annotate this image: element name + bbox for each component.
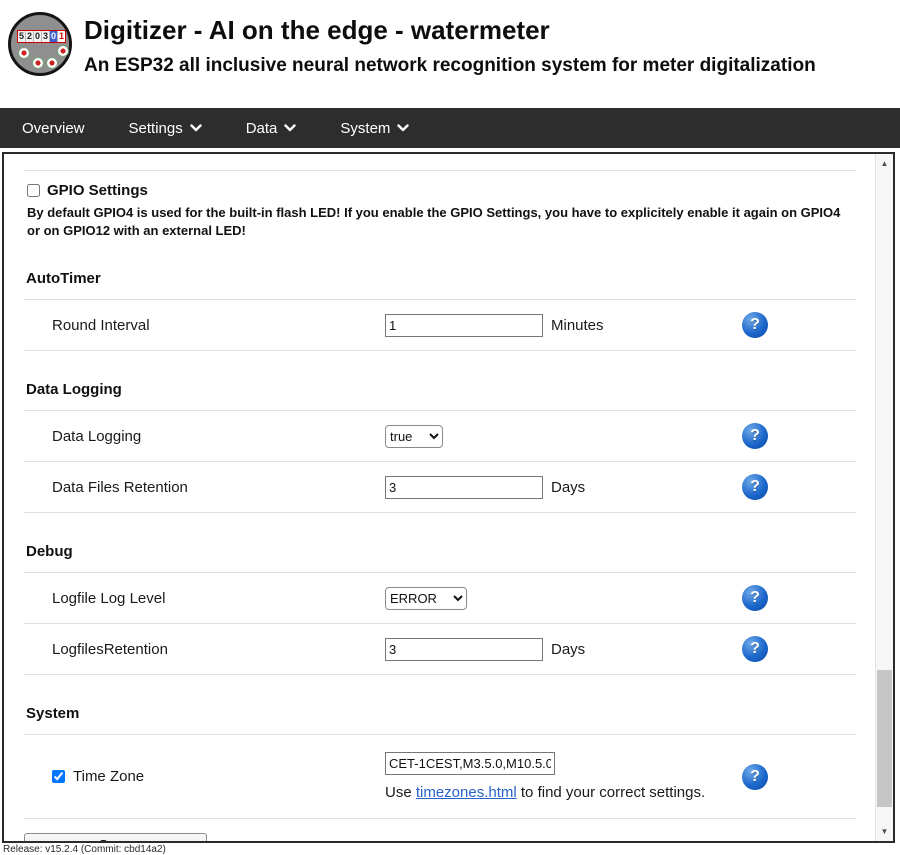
row-logfiles-retention: LogfilesRetention Days ? (24, 624, 856, 675)
chevron-down-icon (397, 124, 409, 132)
gpio-settings-block: GPIO Settings By default GPIO4 is used f… (24, 171, 856, 240)
page-title: Digitizer - AI on the edge - watermeter (84, 14, 816, 46)
vertical-scrollbar[interactable]: ▲ ▼ (875, 154, 893, 841)
chevron-down-icon (190, 124, 202, 132)
time-zone-label: Time Zone (73, 768, 144, 785)
data-files-retention-unit: Days (551, 479, 585, 496)
section-heading-system: System (24, 675, 856, 735)
row-data-files-retention: Data Files Retention Days ? (24, 462, 856, 513)
release-version-text: Release: v15.2.4 (Commit: cbd14a2) (3, 844, 166, 855)
save-button[interactable]: Save (24, 833, 207, 841)
round-interval-label: Round Interval (52, 317, 385, 334)
nav-item-overview[interactable]: Overview (22, 120, 85, 137)
nav-item-system[interactable]: System (340, 120, 409, 137)
logfile-log-level-select[interactable]: ERROR (385, 587, 467, 610)
nav-item-settings[interactable]: Settings (129, 120, 202, 137)
nav-item-label: Data (246, 120, 278, 137)
meter-digit: 1 (58, 31, 65, 42)
meter-dial-icon (46, 57, 58, 69)
logfiles-retention-label: LogfilesRetention (52, 641, 385, 658)
meter-digit: 0 (34, 31, 42, 42)
watermeter-logo-icon: 5 2 0 3 0 1 (8, 12, 72, 76)
data-logging-select[interactable]: true (385, 425, 443, 448)
meter-digit: 2 (26, 31, 34, 42)
page-subtitle: An ESP32 all inclusive neural network re… (84, 54, 816, 78)
meter-dial-icon (57, 45, 69, 57)
time-zone-checkbox[interactable] (52, 770, 65, 783)
help-icon[interactable]: ? (742, 636, 768, 662)
scroll-down-icon[interactable]: ▼ (876, 824, 893, 839)
data-files-retention-input[interactable] (385, 476, 543, 499)
timezones-link[interactable]: timezones.html (416, 784, 517, 801)
help-icon[interactable]: ? (742, 312, 768, 338)
help-icon[interactable]: ? (742, 764, 768, 790)
settings-panel: GPIO Settings By default GPIO4 is used f… (2, 152, 895, 843)
row-time-zone: Time Zone Use timezones.html to find you… (24, 735, 856, 819)
logfiles-retention-unit: Days (551, 641, 585, 658)
row-logfile-log-level: Logfile Log Level ERROR ? (24, 573, 856, 624)
meter-digit-strip: 5 2 0 3 0 1 (17, 30, 66, 43)
meter-dial-icon (32, 57, 44, 69)
nav-item-data[interactable]: Data (246, 120, 297, 137)
row-data-logging: Data Logging true ? (24, 411, 856, 462)
section-heading-debug: Debug (24, 513, 856, 573)
gpio-settings-label: GPIO Settings (47, 182, 148, 199)
data-logging-label: Data Logging (52, 428, 385, 445)
data-files-retention-label: Data Files Retention (52, 479, 385, 496)
gpio-settings-checkbox[interactable] (27, 184, 40, 197)
logfiles-retention-input[interactable] (385, 638, 543, 661)
help-icon[interactable]: ? (742, 474, 768, 500)
nav-item-label: Overview (22, 120, 85, 137)
scrollbar-thumb[interactable] (877, 670, 892, 807)
page-header: 5 2 0 3 0 1 Digitizer - AI on the edge -… (0, 0, 900, 100)
meter-digit: 0 (50, 31, 58, 42)
round-interval-input[interactable] (385, 314, 543, 337)
settings-scroll-area: GPIO Settings By default GPIO4 is used f… (4, 154, 876, 841)
nav-item-label: Settings (129, 120, 183, 137)
scroll-up-icon[interactable]: ▲ (876, 156, 893, 171)
title-block: Digitizer - AI on the edge - watermeter … (84, 12, 816, 78)
chevron-down-icon (284, 124, 296, 132)
help-icon[interactable]: ? (742, 423, 768, 449)
row-round-interval: Round Interval Minutes ? (24, 300, 856, 351)
section-heading-data-logging: Data Logging (24, 351, 856, 411)
main-navbar: Overview Settings Data System (0, 108, 900, 148)
logfile-log-level-label: Logfile Log Level (52, 590, 385, 607)
nav-item-label: System (340, 120, 390, 137)
meter-digit: 5 (18, 31, 26, 42)
help-icon[interactable]: ? (742, 585, 768, 611)
time-zone-hint: Use timezones.html to find your correct … (385, 784, 705, 801)
meter-digit: 3 (42, 31, 50, 42)
time-zone-input[interactable] (385, 752, 555, 775)
round-interval-unit: Minutes (551, 317, 604, 334)
gpio-settings-description: By default GPIO4 is used for the built-i… (27, 204, 854, 240)
meter-dial-icon (18, 47, 30, 59)
section-heading-autotimer: AutoTimer (24, 240, 856, 300)
